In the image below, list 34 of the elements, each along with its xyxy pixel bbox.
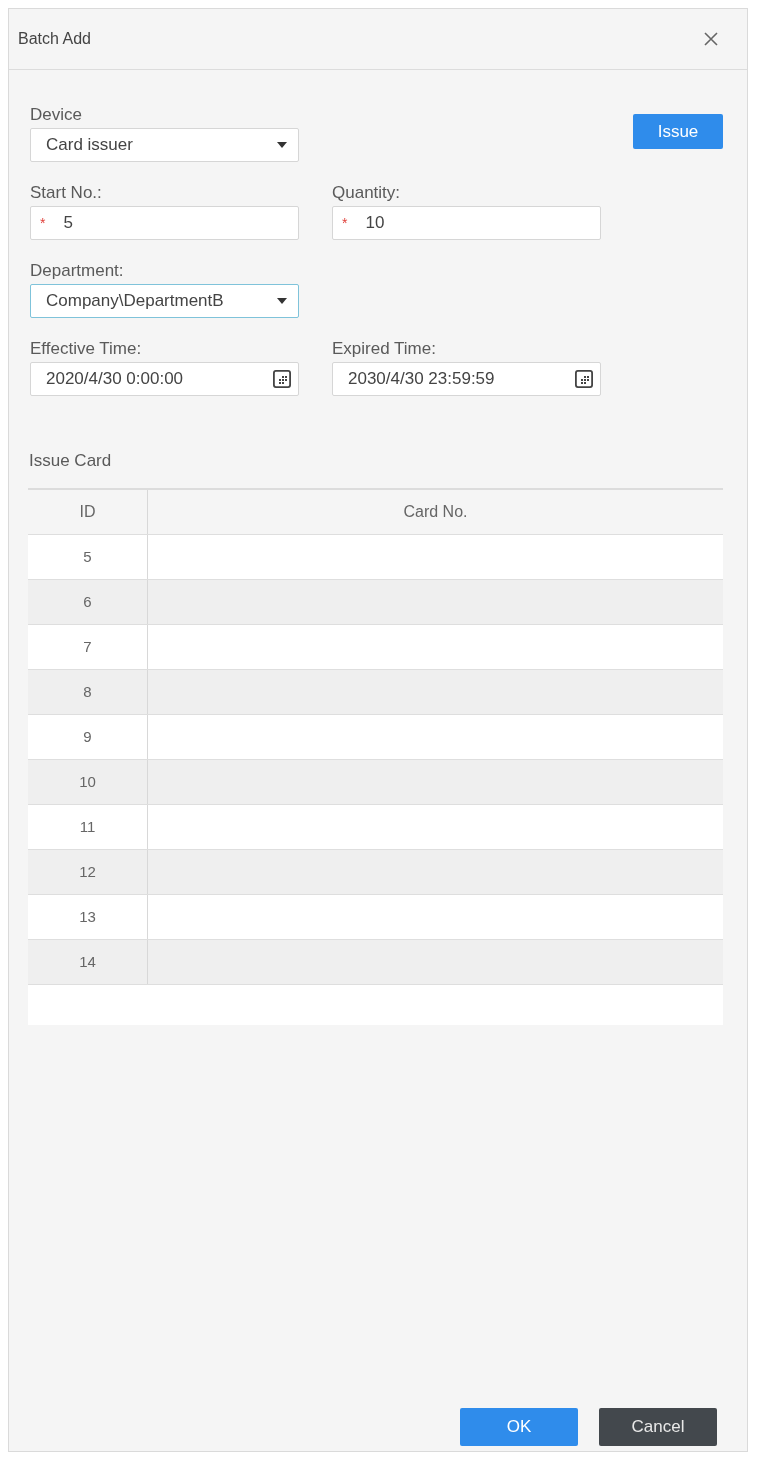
date-time-field[interactable]: 2020/4/30 0:00:00 <box>30 362 299 396</box>
caret-icon <box>277 298 287 304</box>
dropdown[interactable]: Card issuer <box>30 128 299 162</box>
section-title: Issue Card <box>29 451 112 471</box>
field-label: Quantity: <box>332 183 401 203</box>
input-field[interactable]: * 10 <box>332 206 601 240</box>
close-icon[interactable] <box>704 32 718 46</box>
table-cell-text: 13 <box>79 906 96 927</box>
column-header: ID <box>79 502 96 522</box>
table-cell-text: 11 <box>79 816 96 837</box>
field-label: Effective Time: <box>30 339 142 359</box>
calendar-icon <box>575 370 593 388</box>
required-mark: * <box>342 216 348 230</box>
field-label: Device <box>30 105 82 125</box>
field-label: Start No.: <box>30 183 102 203</box>
required-mark: * <box>40 216 46 230</box>
field-label: Department: <box>30 261 124 281</box>
cancel-button[interactable]: Cancel <box>599 1408 717 1446</box>
column-header: Card No. <box>403 502 468 522</box>
dropdown[interactable]: Company\DepartmentB <box>30 284 299 318</box>
dialog-title: Batch Add <box>18 29 91 49</box>
table-cell-text: 8 <box>83 681 92 702</box>
input-field[interactable]: * 5 <box>30 206 299 240</box>
table-cell-text: 12 <box>79 861 96 882</box>
date-time-field[interactable]: 2030/4/30 23:59:59 <box>332 362 601 396</box>
table-cell-text: 5 <box>83 546 92 567</box>
table-cell-text: 9 <box>83 726 92 747</box>
table-cell-text: 6 <box>83 591 92 612</box>
table-cell-text: 14 <box>79 951 96 972</box>
calendar-icon <box>273 370 291 388</box>
table-cell-text: 7 <box>83 636 92 657</box>
caret-icon <box>277 142 287 148</box>
table-cell-text: 10 <box>79 771 96 792</box>
field-label: Expired Time: <box>332 339 436 359</box>
